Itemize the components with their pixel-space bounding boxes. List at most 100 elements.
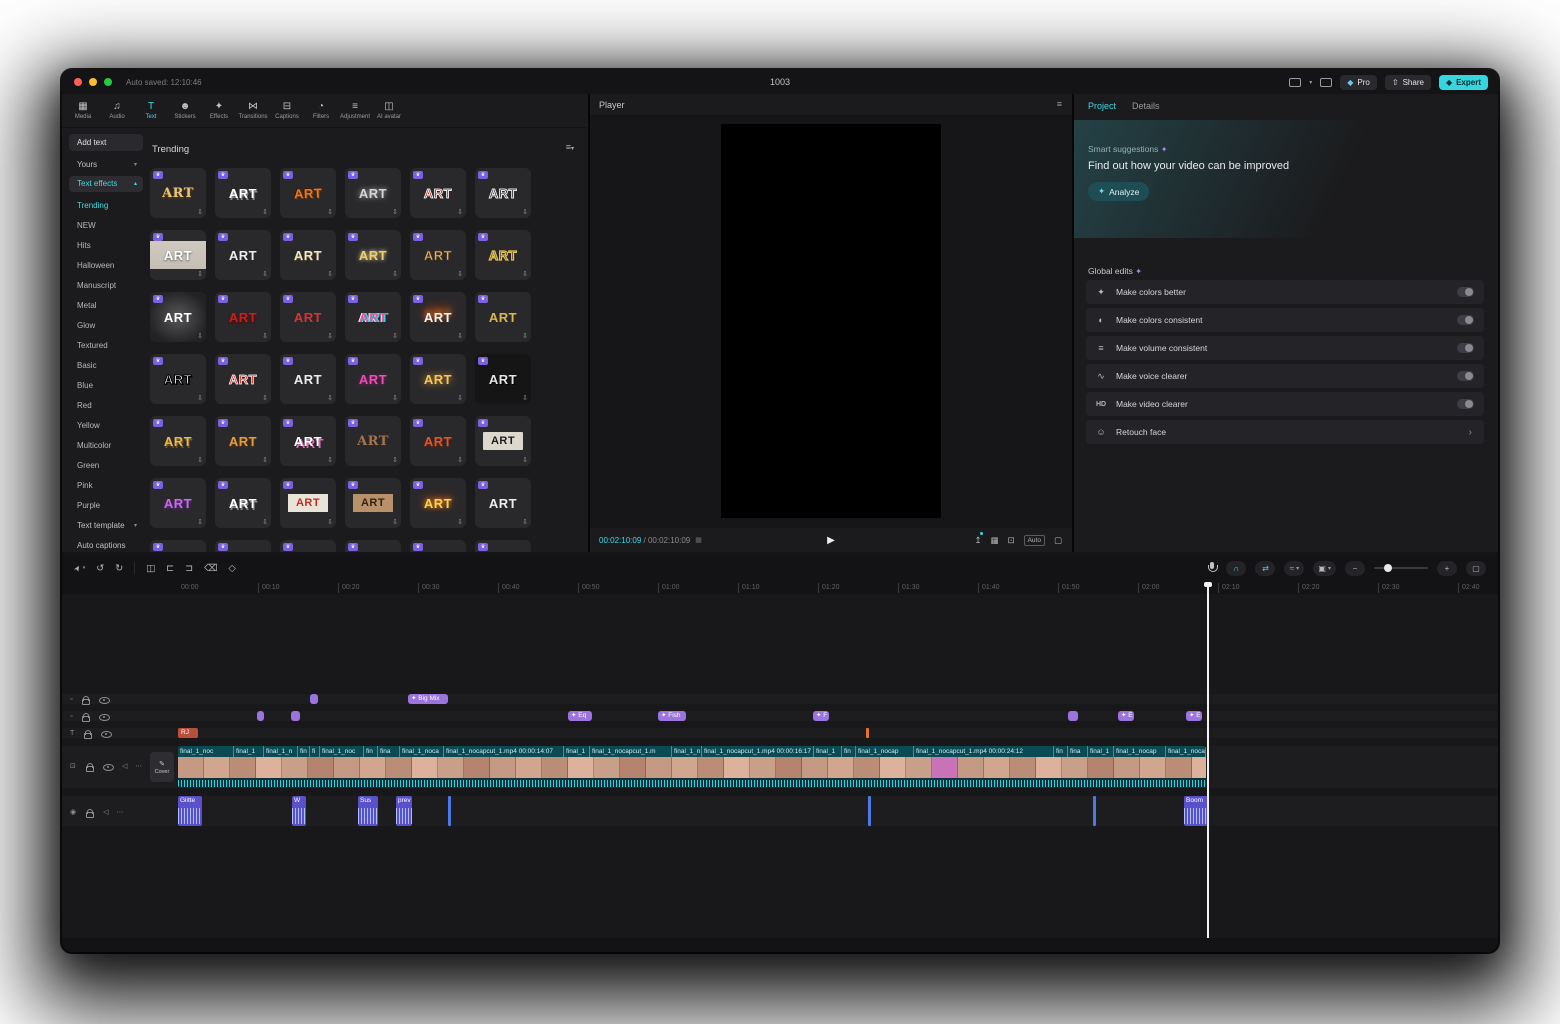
download-icon[interactable]: ⇩ bbox=[457, 456, 463, 464]
download-icon[interactable]: ⇩ bbox=[392, 456, 398, 464]
download-icon[interactable]: ⇩ bbox=[327, 270, 333, 278]
sidebar-item-manuscript[interactable]: Manuscript bbox=[62, 276, 150, 296]
toolbar-tab-audio[interactable]: ♫Audio bbox=[100, 101, 134, 120]
download-icon[interactable]: ⇩ bbox=[197, 208, 203, 216]
download-icon[interactable]: ⇩ bbox=[197, 456, 203, 464]
close-window-button[interactable] bbox=[74, 78, 82, 86]
sticker-clip[interactable] bbox=[310, 694, 318, 704]
audio-clip-w[interactable]: W bbox=[292, 796, 306, 826]
toggle-switch[interactable] bbox=[1457, 371, 1474, 381]
sidebar-item-basic[interactable]: Basic bbox=[62, 356, 150, 376]
video-clip[interactable]: final_1_nocfinal_1final_1_nfinfifinal_1_… bbox=[178, 746, 1206, 788]
redo-button[interactable]: ↻ bbox=[115, 563, 123, 574]
toggle-switch[interactable] bbox=[1457, 287, 1474, 297]
effect-tile-grunge[interactable]: ♛ART⇩ bbox=[475, 354, 531, 404]
toolbar-tab-ai-avatar[interactable]: ◫AI avatar bbox=[372, 101, 406, 120]
download-icon[interactable]: ⇩ bbox=[327, 394, 333, 402]
edit-row-make-colors-consistent[interactable]: ◐Make colors consistent bbox=[1086, 308, 1484, 332]
eye-icon[interactable] bbox=[99, 694, 110, 705]
display-mode-icon[interactable] bbox=[1289, 78, 1301, 87]
sidebar-item-text-template[interactable]: Text template▾ bbox=[69, 518, 143, 534]
mute-icon[interactable]: ◁ bbox=[103, 808, 108, 816]
audio-clip-glitte[interactable]: Glitte bbox=[178, 796, 202, 826]
effect-tile-red[interactable]: ♛ART⇩ bbox=[475, 540, 531, 552]
trim-left-button[interactable]: ⊏ bbox=[166, 563, 174, 574]
sticker-clip[interactable] bbox=[257, 711, 264, 721]
lock-icon[interactable] bbox=[82, 728, 93, 739]
effect-tile-glitch[interactable]: ♛ART⇩ bbox=[345, 292, 401, 342]
effect-tile-white[interactable]: ♛ART⇩ bbox=[475, 478, 531, 528]
download-icon[interactable]: ⇩ bbox=[457, 270, 463, 278]
sidebar-item-hits[interactable]: Hits bbox=[62, 236, 150, 256]
sidebar-item-metal[interactable]: Metal bbox=[62, 296, 150, 316]
download-icon[interactable]: ⇩ bbox=[197, 270, 203, 278]
effect-tile-white3d[interactable]: ♛ART⇩ bbox=[215, 168, 271, 218]
sidebar-item-green[interactable]: Green bbox=[62, 456, 150, 476]
audio-clip-boom[interactable]: Boom bbox=[1184, 796, 1208, 826]
zoom-slider-knob[interactable] bbox=[1384, 564, 1392, 572]
effect-tile-drip[interactable]: ♛ART⇩ bbox=[215, 292, 271, 342]
download-icon[interactable]: ⇩ bbox=[522, 456, 528, 464]
sidebar-item-textured[interactable]: Textured bbox=[62, 336, 150, 356]
player-menu-icon[interactable]: ≡ bbox=[1057, 99, 1062, 109]
audio-clip-sus[interactable]: Sus bbox=[358, 796, 378, 826]
sticker-clip-big-mix[interactable]: ✦ Big Mix bbox=[408, 694, 448, 704]
effect-tile-purplegrad[interactable]: ♛ART⇩ bbox=[150, 478, 206, 528]
sticker-clip[interactable] bbox=[1068, 711, 1078, 721]
effect-tile-stroke[interactable]: ♛ART⇩ bbox=[410, 540, 466, 552]
add-text-button[interactable]: Add text bbox=[69, 134, 143, 151]
undo-button[interactable]: ↺ bbox=[96, 563, 104, 574]
download-icon[interactable]: ⇩ bbox=[197, 394, 203, 402]
effect-tile-serifgold[interactable]: ♛ART⇩ bbox=[150, 540, 206, 552]
download-icon[interactable]: ⇩ bbox=[262, 394, 268, 402]
download-icon[interactable]: ⇩ bbox=[522, 518, 528, 526]
toggle-switch[interactable] bbox=[1457, 315, 1474, 325]
download-icon[interactable]: ⇩ bbox=[262, 208, 268, 216]
analyze-button[interactable]: ✦Analyze bbox=[1088, 182, 1149, 201]
download-icon[interactable]: ⇩ bbox=[327, 518, 333, 526]
sidebar-item-yellow[interactable]: Yellow bbox=[62, 416, 150, 436]
quality-selector[interactable]: Auto bbox=[1024, 535, 1045, 546]
download-icon[interactable]: ⇩ bbox=[392, 394, 398, 402]
text-clip-rj-s[interactable]: RJ S bbox=[178, 728, 198, 738]
sticker-clip-f[interactable]: ✦ F bbox=[813, 711, 829, 721]
export-icon[interactable]: ↥ bbox=[974, 535, 981, 546]
effect-tile-smokebg[interactable]: ♛ART⇩ bbox=[150, 292, 206, 342]
sticker-clip-eq[interactable]: ✦ Eq bbox=[568, 711, 592, 721]
edit-row-retouch-face[interactable]: ☺Retouch face› bbox=[1086, 420, 1484, 444]
download-icon[interactable]: ⇩ bbox=[262, 332, 268, 340]
download-icon[interactable]: ⇩ bbox=[522, 332, 528, 340]
audio-marker[interactable] bbox=[1093, 796, 1096, 826]
sidebar-item-red[interactable]: Red bbox=[62, 396, 150, 416]
cover-button[interactable]: ✎ Cover bbox=[150, 752, 174, 782]
toggle-switch[interactable] bbox=[1457, 399, 1474, 409]
maximize-window-button[interactable] bbox=[104, 78, 112, 86]
snapshot-icon[interactable]: ⊡ bbox=[1007, 535, 1014, 546]
lock-icon[interactable] bbox=[84, 807, 95, 818]
video-preview[interactable] bbox=[721, 124, 941, 518]
sidebar-item-trending[interactable]: Trending bbox=[62, 196, 150, 216]
download-icon[interactable]: ⇩ bbox=[392, 332, 398, 340]
sidebar-item-pink[interactable]: Pink bbox=[62, 476, 150, 496]
tab-details[interactable]: Details bbox=[1132, 101, 1160, 111]
voiceover-icon[interactable] bbox=[1207, 562, 1217, 574]
edit-row-make-video-clearer[interactable]: HDMake video clearer bbox=[1086, 392, 1484, 416]
effect-tile-goldshine[interactable]: ♛ART⇩ bbox=[345, 230, 401, 280]
eye-icon[interactable] bbox=[99, 711, 110, 722]
effect-tile-magenta[interactable]: ♛ART⇩ bbox=[345, 354, 401, 404]
effect-tile-flame[interactable]: ♛ART⇩ bbox=[410, 292, 466, 342]
effect-tile-serifgold[interactable]: ♛ART⇩ bbox=[150, 168, 206, 218]
sidebar-item-multicolor[interactable]: Multicolor bbox=[62, 436, 150, 456]
filter-button[interactable]: ≡▾ bbox=[566, 142, 574, 152]
effect-tile-goldglow[interactable]: ♛ART⇩ bbox=[345, 540, 401, 552]
effect-tile-paperred[interactable]: ♛ART⇩ bbox=[280, 478, 336, 528]
toolbar-tab-filters[interactable]: ◔Filters bbox=[304, 101, 338, 120]
effect-tile-glitch[interactable]: ♛ART⇩ bbox=[280, 540, 336, 552]
download-icon[interactable]: ⇩ bbox=[197, 518, 203, 526]
lock-icon[interactable] bbox=[80, 694, 91, 705]
expert-button[interactable]: ◆Expert bbox=[1439, 75, 1488, 90]
sidebar-item-auto-captions[interactable]: Auto captions bbox=[69, 538, 143, 554]
select-tool-button[interactable]: ➤▾ bbox=[74, 564, 85, 573]
toolbar-tab-adjustment[interactable]: ≡Adjustment bbox=[338, 101, 372, 120]
sidebar-item-text-effects[interactable]: Text effects▴ bbox=[69, 176, 143, 192]
